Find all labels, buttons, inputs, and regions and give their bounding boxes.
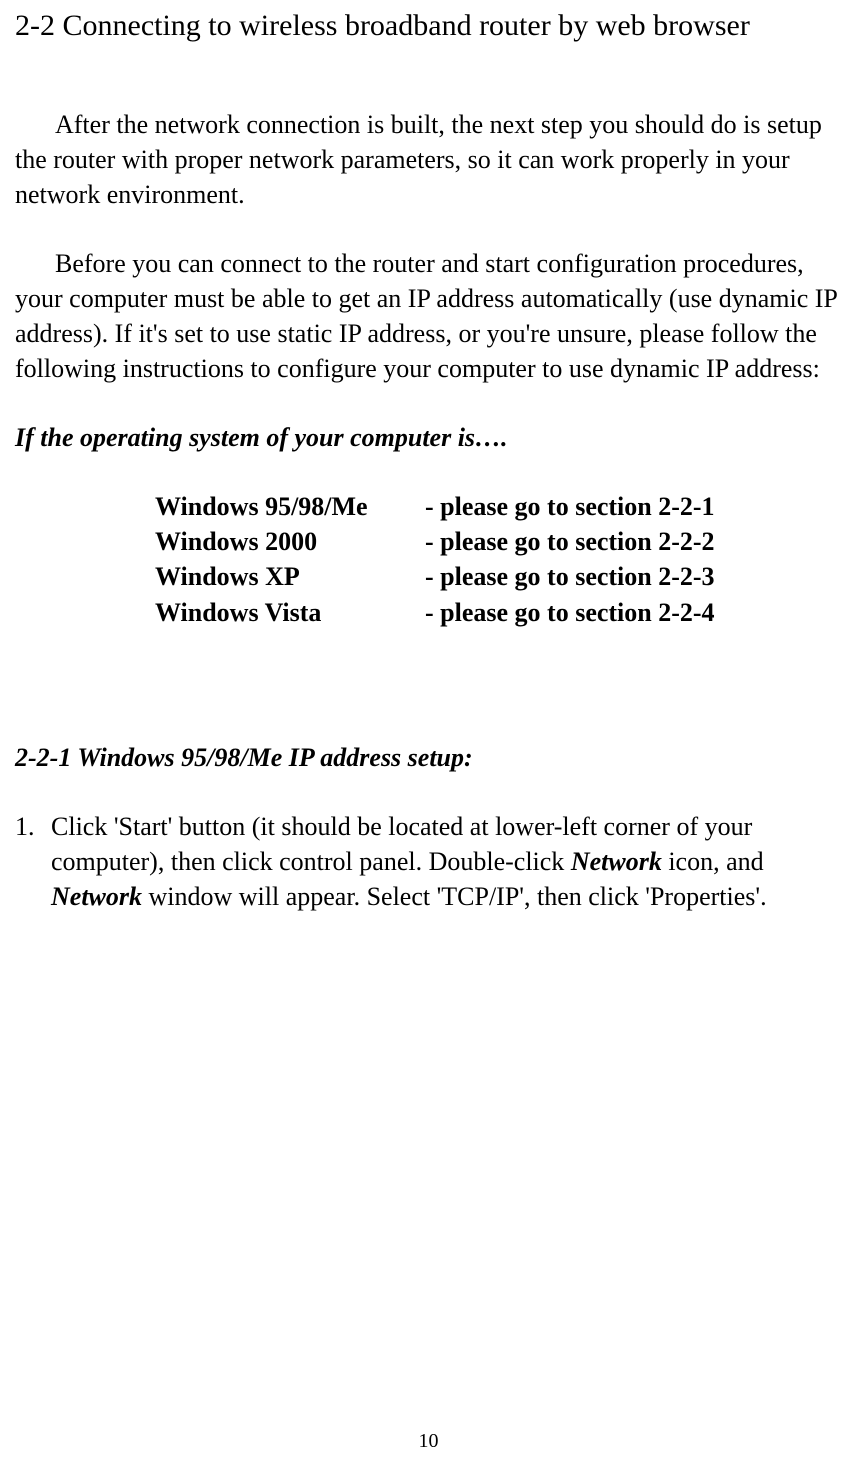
step-text: window will appear. Select 'TCP/IP', the…	[142, 882, 767, 911]
step-text: icon, and	[662, 847, 764, 876]
page-number: 10	[0, 1428, 857, 1455]
emphasis: Network	[51, 882, 142, 911]
intro-paragraph-1: After the network connection is built, t…	[15, 107, 842, 212]
os-list: Windows 95/98/Me - please go to section …	[155, 489, 842, 629]
section-heading: 2-2 Connecting to wireless broadband rou…	[15, 6, 842, 47]
os-section: - please go to section 2-2-4	[425, 595, 842, 630]
os-section: - please go to section 2-2-1	[425, 489, 842, 524]
os-row: Windows 2000 - please go to section 2-2-…	[155, 524, 842, 559]
step-marker: 1.	[15, 809, 51, 914]
os-section: - please go to section 2-2-2	[425, 524, 842, 559]
emphasis: Network	[571, 847, 662, 876]
os-row: Windows Vista - please go to section 2-2…	[155, 595, 842, 630]
os-intro: If the operating system of your computer…	[15, 420, 842, 455]
intro-paragraph-2: Before you can connect to the router and…	[15, 246, 842, 386]
intro-paragraph-2-text: Before you can connect to the router and…	[15, 249, 837, 383]
os-name: Windows 2000	[155, 524, 425, 559]
intro-paragraph-1-text: After the network connection is built, t…	[15, 110, 822, 209]
os-section: - please go to section 2-2-3	[425, 559, 842, 594]
subsection-heading: 2-2-1 Windows 95/98/Me IP address setup:	[15, 740, 842, 775]
step-content: Click 'Start' button (it should be locat…	[51, 809, 842, 914]
os-name: Windows 95/98/Me	[155, 489, 425, 524]
os-name: Windows XP	[155, 559, 425, 594]
os-row: Windows XP - please go to section 2-2-3	[155, 559, 842, 594]
step-1: 1. Click 'Start' button (it should be lo…	[15, 809, 842, 914]
os-name: Windows Vista	[155, 595, 425, 630]
os-row: Windows 95/98/Me - please go to section …	[155, 489, 842, 524]
